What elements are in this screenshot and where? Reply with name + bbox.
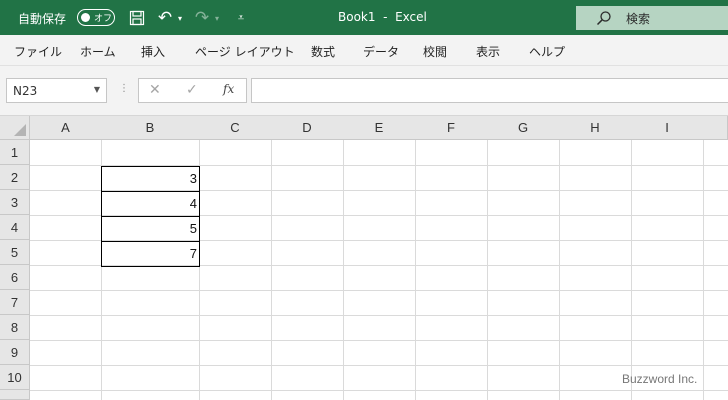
formula-buttons: ✕ ✓ fx [138, 78, 247, 103]
gridline [30, 340, 728, 341]
row-header-1[interactable]: 1 [0, 140, 30, 165]
redo-dropdown-icon[interactable]: ▾ [213, 7, 221, 29]
resize-handle-icon[interactable]: ⋮ [119, 83, 129, 94]
autosave-state: オフ [94, 14, 113, 24]
name-box[interactable]: N23 ▼ [6, 78, 107, 103]
chevron-down-icon[interactable]: ▼ [94, 85, 100, 94]
column-header-j[interactable] [703, 116, 728, 140]
tab-insert[interactable]: 挿入 [141, 43, 165, 60]
select-all-button[interactable] [0, 116, 30, 140]
search-box[interactable]: 検索 [576, 6, 728, 30]
row-header-9[interactable]: 9 [0, 340, 30, 365]
gridline [487, 140, 488, 400]
title-bar: 自動保存 オフ ↶ ▾ ↷ ▾ ⩡ Book1 - Excel 検索 [0, 0, 728, 35]
gridline [343, 140, 344, 400]
tab-help[interactable]: ヘルプ [529, 43, 565, 60]
document-title: Book1 - Excel [338, 10, 427, 24]
undo-dropdown-icon[interactable]: ▾ [176, 7, 184, 29]
search-icon [596, 10, 612, 26]
worksheet-grid[interactable]: A B C D E F G H I 1 2 3 4 5 6 7 8 9 10 3… [0, 116, 728, 400]
insert-function-icon[interactable]: fx [223, 82, 234, 96]
column-header-g[interactable]: G [487, 116, 560, 140]
cancel-icon[interactable]: ✕ [149, 82, 161, 98]
row-header-6[interactable]: 6 [0, 265, 30, 290]
tab-review[interactable]: 校閲 [423, 43, 447, 60]
row-header-3[interactable]: 3 [0, 190, 30, 215]
ribbon-tabs: ファイル ホーム 挿入 ページ レイアウト 数式 データ 校閲 表示 ヘルプ [0, 35, 728, 66]
gridline [703, 140, 704, 400]
column-header-c[interactable]: C [199, 116, 272, 140]
cell-b2[interactable]: 3 [101, 166, 200, 191]
column-header-h[interactable]: H [559, 116, 632, 140]
row-header-5[interactable]: 5 [0, 240, 30, 265]
column-header-e[interactable]: E [343, 116, 416, 140]
gridline [30, 390, 728, 391]
row-header-4[interactable]: 4 [0, 215, 30, 240]
row-header-2[interactable]: 2 [0, 165, 30, 190]
gridline [271, 140, 272, 400]
customize-toolbar-icon[interactable]: ⩡ [234, 7, 248, 29]
column-header-i[interactable]: I [631, 116, 704, 140]
formula-input[interactable] [251, 78, 728, 103]
undo-icon[interactable]: ↶ [157, 7, 173, 29]
column-header-b[interactable]: B [101, 116, 200, 140]
cell-b3[interactable]: 4 [101, 191, 200, 216]
cell-b4[interactable]: 5 [101, 216, 200, 241]
tab-page-layout[interactable]: ページ レイアウト [195, 43, 295, 60]
gridline [415, 140, 416, 400]
gridline [30, 365, 728, 366]
tab-data[interactable]: データ [363, 43, 399, 60]
watermark: Buzzword Inc. [622, 372, 698, 386]
enter-icon[interactable]: ✓ [186, 82, 198, 98]
cell-b5[interactable]: 7 [101, 241, 200, 266]
gridline [631, 140, 632, 400]
tab-view[interactable]: 表示 [476, 43, 500, 60]
gridline [30, 315, 728, 316]
gridline [559, 140, 560, 400]
toggle-knob [81, 13, 90, 22]
tab-home[interactable]: ホーム [80, 43, 116, 60]
row-header-10[interactable]: 10 [0, 365, 30, 390]
save-icon[interactable] [127, 7, 147, 29]
tab-formulas[interactable]: 数式 [311, 43, 335, 60]
select-all-icon [14, 124, 26, 136]
column-header-f[interactable]: F [415, 116, 488, 140]
autosave-toggle[interactable]: オフ [77, 9, 115, 26]
search-placeholder: 検索 [626, 12, 651, 26]
formula-bar: N23 ▼ ⋮ ✕ ✓ fx [0, 66, 728, 116]
tab-file[interactable]: ファイル [14, 43, 62, 60]
name-box-value: N23 [13, 84, 38, 98]
gridline [30, 290, 728, 291]
column-header-d[interactable]: D [271, 116, 344, 140]
redo-icon[interactable]: ↷ [194, 7, 210, 29]
autosave-label: 自動保存 [18, 12, 67, 26]
column-header-a[interactable]: A [30, 116, 102, 140]
row-header-8[interactable]: 8 [0, 315, 30, 340]
row-header-11[interactable] [0, 390, 30, 400]
row-header-7[interactable]: 7 [0, 290, 30, 315]
